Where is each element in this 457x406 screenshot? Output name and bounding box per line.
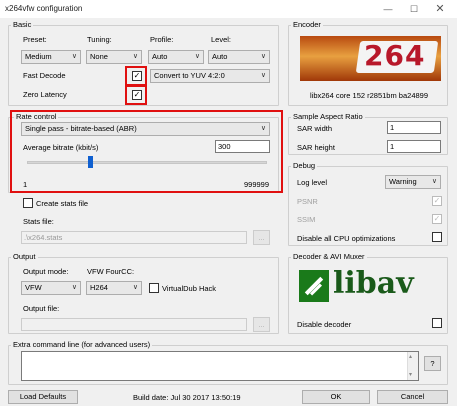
scrollbar[interactable]: ▴ ▾	[407, 352, 418, 380]
preset-select[interactable]: Medium ∨	[21, 50, 81, 64]
debug-group-label: Debug	[291, 161, 318, 170]
output-mode-value: VFW	[25, 283, 42, 292]
log-level-value: Warning	[389, 177, 417, 186]
stats-file-input[interactable]: .\x264.stats	[21, 231, 247, 244]
bitrate-min-label: 1	[23, 180, 28, 189]
fast-decode-label: Fast Decode	[23, 71, 66, 80]
minimize-icon[interactable]: —	[376, 1, 400, 17]
fourcc-select[interactable]: H264 ∨	[86, 281, 142, 295]
create-stats-label: Create stats file	[36, 199, 89, 208]
colorspace-value: Convert to YUV 4:2:0	[154, 71, 225, 80]
output-file-input[interactable]	[21, 318, 247, 331]
tuning-select[interactable]: None ∨	[86, 50, 142, 64]
load-defaults-button[interactable]: Load Defaults	[8, 390, 78, 404]
chevron-down-icon: ∨	[132, 284, 138, 291]
chevron-down-icon[interactable]: ▾	[409, 371, 412, 378]
bitrate-slider-thumb[interactable]	[88, 156, 93, 168]
libav-logo: libav	[297, 266, 443, 308]
preset-value: Medium	[25, 52, 52, 61]
close-icon[interactable]: ✕	[428, 1, 452, 17]
vdub-hack-checkbox[interactable]	[149, 283, 159, 293]
chevron-down-icon: ∨	[132, 53, 138, 60]
disable-decoder-checkbox[interactable]	[432, 318, 442, 328]
output-mode-label: Output mode:	[23, 267, 69, 276]
cancel-button[interactable]: Cancel	[377, 390, 448, 404]
help-button[interactable]: ?	[424, 356, 441, 371]
ssim-checkbox[interactable]: ✓	[432, 214, 442, 224]
create-stats-checkbox[interactable]	[23, 198, 33, 208]
profile-value: Auto	[152, 52, 168, 61]
bitrate-label: Average bitrate (kbit/s)	[23, 143, 99, 152]
ok-button[interactable]: OK	[302, 390, 370, 404]
disable-decoder-label: Disable decoder	[297, 320, 352, 329]
x264-logo: 264	[300, 36, 441, 81]
rate-mode-value: Single pass - bitrate-based (ABR)	[25, 124, 137, 133]
disable-cpu-checkbox[interactable]	[432, 232, 442, 242]
chevron-down-icon: ∨	[260, 72, 266, 79]
psnr-label: PSNR	[297, 197, 318, 206]
profile-label: Profile:	[150, 35, 174, 44]
fast-decode-checkbox[interactable]: ✓	[132, 71, 142, 81]
chevron-down-icon: ∨	[260, 53, 266, 60]
level-value: Auto	[212, 52, 228, 61]
encoder-group-label: Encoder	[291, 20, 323, 29]
zero-latency-checkbox[interactable]: ✓	[132, 90, 142, 100]
tuning-label: Tuning:	[87, 35, 112, 44]
extra-group-label: Extra command line (for advanced users)	[11, 340, 153, 349]
level-label: Level:	[211, 35, 232, 44]
output-browse-button[interactable]: ...	[253, 317, 270, 332]
chevron-down-icon: ∨	[194, 53, 200, 60]
maximize-icon[interactable]: ☐	[402, 1, 426, 17]
ssim-label: SSIM	[297, 215, 316, 224]
tuning-value: None	[90, 52, 108, 61]
stats-browse-button[interactable]: ...	[253, 230, 270, 245]
chevron-down-icon: ∨	[260, 125, 266, 132]
chevron-down-icon: ∨	[71, 284, 77, 291]
output-mode-select[interactable]: VFW ∨	[21, 281, 81, 295]
colorspace-select[interactable]: Convert to YUV 4:2:0 ∨	[150, 69, 270, 83]
fourcc-label: VFW FourCC:	[87, 267, 135, 276]
bitrate-max-label: 999999	[244, 180, 270, 189]
libav-logo-mark	[299, 270, 329, 302]
chevron-up-icon[interactable]: ▴	[409, 353, 412, 360]
rate-control-group-label: Rate control	[14, 112, 59, 121]
chevron-down-icon: ∨	[71, 53, 77, 60]
vdub-hack-label: VirtualDub Hack	[162, 284, 217, 293]
bitrate-input[interactable]: 300	[215, 140, 270, 153]
disable-cpu-label: Disable all CPU optimizations	[297, 234, 396, 243]
preset-label: Preset:	[23, 35, 47, 44]
sar-group-label: Sample Aspect Ratio	[291, 112, 365, 121]
bitrate-slider-track[interactable]	[27, 161, 267, 164]
basic-group-label: Basic	[11, 20, 34, 29]
fourcc-value: H264	[90, 283, 108, 292]
psnr-checkbox[interactable]: ✓	[432, 196, 442, 206]
rate-mode-select[interactable]: Single pass - bitrate-based (ABR) ∨	[21, 122, 270, 136]
extra-command-textarea[interactable]: ▴ ▾	[21, 351, 419, 381]
chevron-down-icon: ∨	[431, 178, 437, 185]
sar-width-input[interactable]: 1	[387, 121, 441, 134]
muxer-group-label: Decoder & AVI Muxer	[291, 252, 367, 261]
sar-height-label: SAR height	[297, 143, 335, 152]
encoder-version: libx264 core 152 r2851bm ba24899	[310, 91, 429, 100]
log-level-select[interactable]: Warning ∨	[385, 175, 441, 189]
output-file-label: Output file:	[23, 304, 60, 313]
sar-width-label: SAR width	[297, 124, 333, 133]
log-level-label: Log level	[297, 178, 328, 187]
libav-logo-text: libav	[333, 266, 414, 301]
x264-logo-text: 264	[364, 39, 426, 72]
stats-file-label: Stats file:	[23, 217, 54, 226]
level-select[interactable]: Auto ∨	[208, 50, 270, 64]
window-title: x264vfw configuration	[5, 4, 83, 13]
output-group-label: Output	[11, 252, 38, 261]
profile-select[interactable]: Auto ∨	[148, 50, 204, 64]
sar-height-input[interactable]: 1	[387, 140, 441, 153]
zero-latency-label: Zero Latency	[23, 90, 67, 99]
build-date: Build date: Jul 30 2017 13:50:19	[133, 393, 241, 402]
